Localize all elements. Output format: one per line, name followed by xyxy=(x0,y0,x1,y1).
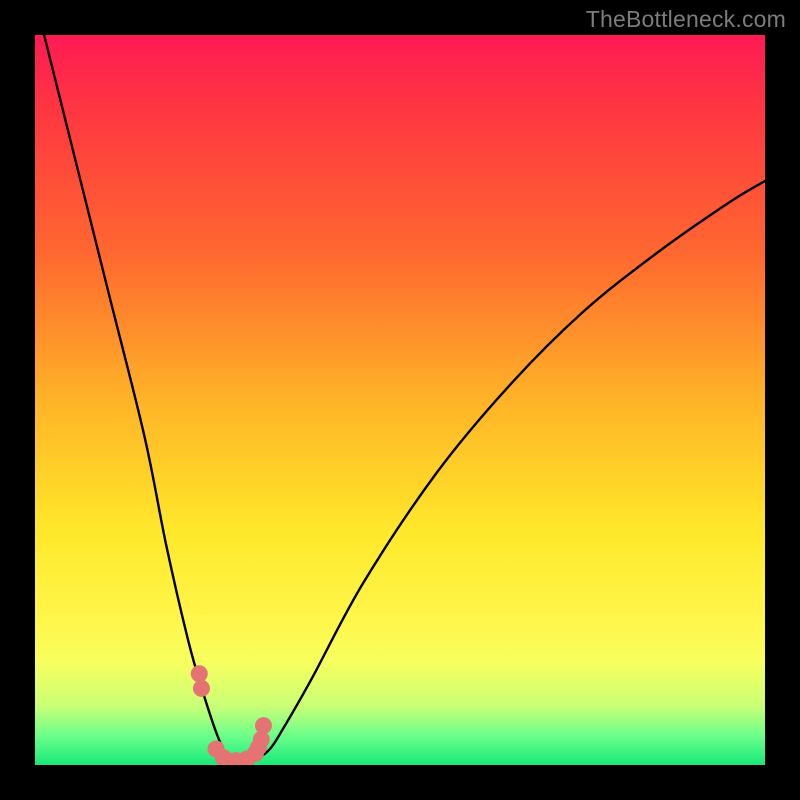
watermark-text: TheBottleneck.com xyxy=(586,6,786,33)
bottleneck-curve xyxy=(35,35,765,761)
highlight-dot xyxy=(193,680,210,697)
outer-frame: TheBottleneck.com xyxy=(0,0,800,800)
highlight-dot xyxy=(191,665,208,682)
chart-svg xyxy=(35,35,765,765)
plot-area xyxy=(35,35,765,765)
highlight-dot xyxy=(255,717,272,734)
highlight-dots xyxy=(191,665,272,765)
